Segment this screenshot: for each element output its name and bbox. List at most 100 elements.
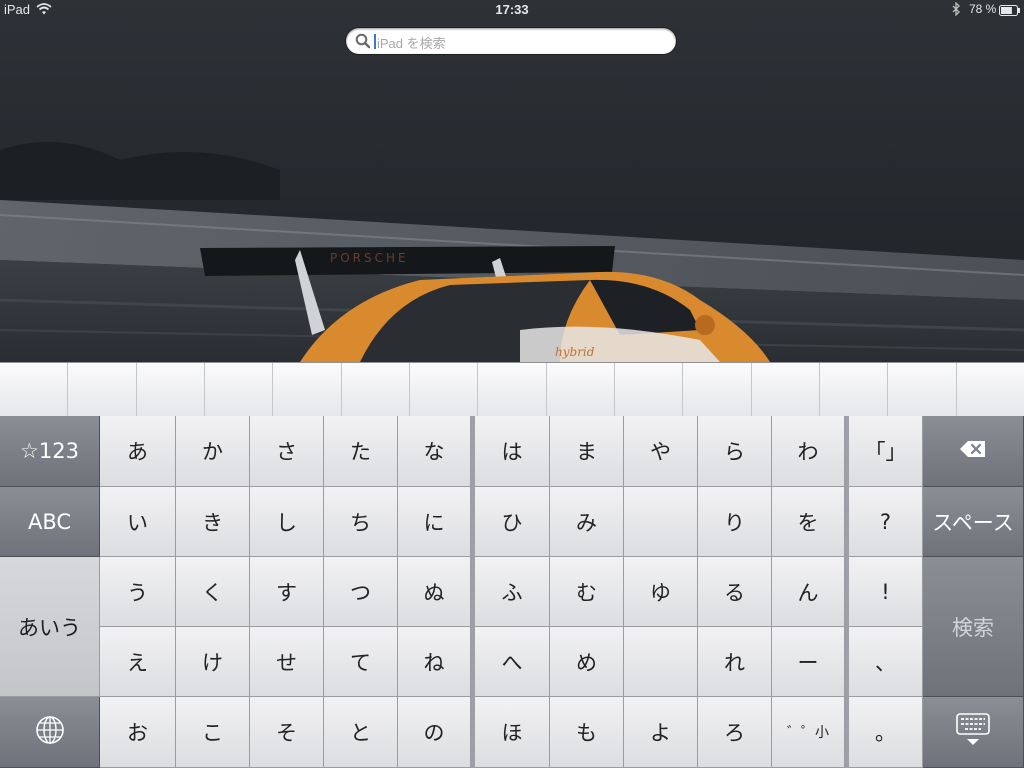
kana-key[interactable]: ら	[698, 416, 772, 487]
kana-key[interactable]: も	[550, 697, 624, 768]
clock: 17:33	[495, 2, 529, 17]
punctuation-key[interactable]: 。	[849, 697, 923, 768]
kana-key[interactable]: す	[250, 557, 324, 627]
space-key[interactable]: スペース	[923, 487, 1024, 557]
candidate-slot[interactable]	[273, 363, 342, 416]
kana-key[interactable]: ほ	[475, 697, 550, 768]
kana-key-label: ー	[797, 650, 819, 675]
kana-key[interactable]: ち	[324, 487, 398, 557]
kana-key[interactable]: お	[100, 697, 176, 768]
kana-key[interactable]: い	[100, 487, 176, 557]
search-key[interactable]: 検索	[923, 557, 1024, 697]
punctuation-key-label: ?	[879, 509, 892, 534]
candidate-slot[interactable]	[683, 363, 752, 416]
kana-key-label: む	[576, 580, 597, 605]
blank-key[interactable]	[624, 627, 698, 697]
kana-key[interactable]: は	[475, 416, 550, 487]
kana-key[interactable]: ゆ	[624, 557, 698, 627]
globe-key[interactable]	[0, 697, 100, 768]
candidate-slot[interactable]	[205, 363, 274, 416]
kana-key-label: や	[650, 440, 671, 464]
punctuation-key[interactable]: ?	[849, 487, 923, 557]
kana-key[interactable]: ふ	[475, 557, 550, 627]
kana-key[interactable]: た	[324, 416, 398, 487]
kana-mode-key[interactable]: あいう	[0, 557, 100, 697]
kana-key[interactable]: を	[772, 487, 845, 557]
kana-key-label: は	[501, 440, 523, 464]
kana-key[interactable]: と	[324, 697, 398, 768]
numbers-key-label: ☆123	[20, 439, 79, 463]
candidate-slot[interactable]	[820, 363, 889, 416]
candidate-slot[interactable]	[615, 363, 684, 416]
candidate-slot[interactable]	[0, 363, 69, 416]
kana-key-label: ゛゜小	[787, 725, 829, 741]
abc-key[interactable]: ABC	[0, 487, 100, 557]
kana-key[interactable]: さ	[250, 416, 324, 487]
punctuation-key-label: 、	[875, 650, 896, 675]
kana-key-label: さ	[276, 440, 297, 464]
blank-key[interactable]	[624, 487, 698, 557]
candidate-slot[interactable]	[547, 363, 615, 416]
car-script-text: hybrid	[555, 345, 595, 359]
kana-key[interactable]: あ	[100, 416, 176, 487]
candidate-slot[interactable]	[410, 363, 479, 416]
kana-key[interactable]: ま	[550, 416, 624, 487]
kana-key[interactable]: う	[100, 557, 176, 627]
candidate-slot[interactable]	[137, 363, 205, 416]
kana-key[interactable]: け	[176, 627, 250, 697]
kana-key[interactable]: せ	[250, 627, 324, 697]
kana-key[interactable]: に	[398, 487, 471, 557]
candidate-slot[interactable]	[478, 363, 547, 416]
kana-key-label: た	[350, 440, 371, 464]
kana-key-label: め	[576, 650, 597, 675]
kana-key-label: ふ	[501, 580, 523, 605]
kana-key[interactable]: ぬ	[398, 557, 471, 627]
kana-key[interactable]: こ	[176, 697, 250, 768]
bluetooth-icon	[951, 1, 961, 19]
kana-key[interactable]: ゛゜小	[772, 697, 845, 768]
kana-key[interactable]: る	[698, 557, 772, 627]
kana-key[interactable]: か	[176, 416, 250, 487]
kana-key[interactable]: ひ	[475, 487, 550, 557]
kana-key[interactable]: き	[176, 487, 250, 557]
kana-key[interactable]: ん	[772, 557, 845, 627]
kana-key[interactable]: や	[624, 416, 698, 487]
kana-key[interactable]: な	[398, 416, 471, 487]
kana-key[interactable]: へ	[475, 627, 550, 697]
kana-key[interactable]: み	[550, 487, 624, 557]
search-placeholder: iPad を検索	[377, 36, 446, 51]
kana-key[interactable]: れ	[698, 627, 772, 697]
kana-key[interactable]: ろ	[698, 697, 772, 768]
spotlight-search-field[interactable]: iPad を検索	[346, 28, 676, 54]
candidate-slot[interactable]	[957, 363, 1024, 416]
kana-key[interactable]: り	[698, 487, 772, 557]
dismiss-keyboard-key[interactable]	[923, 697, 1024, 768]
kana-key[interactable]: く	[176, 557, 250, 627]
battery-percent: 78 %	[969, 2, 997, 16]
delete-key[interactable]	[923, 416, 1024, 487]
kana-key-label: ゆ	[650, 580, 671, 605]
candidate-slot[interactable]	[752, 363, 820, 416]
punctuation-key[interactable]: 、	[849, 627, 923, 697]
kana-key[interactable]: め	[550, 627, 624, 697]
kana-key[interactable]: わ	[772, 416, 845, 487]
kana-key[interactable]: し	[250, 487, 324, 557]
text-cursor	[374, 34, 376, 49]
kana-key[interactable]: つ	[324, 557, 398, 627]
kana-key[interactable]: ー	[772, 627, 845, 697]
kana-key[interactable]: そ	[250, 697, 324, 768]
kana-key[interactable]: む	[550, 557, 624, 627]
candidate-slot[interactable]	[68, 363, 137, 416]
candidate-slot[interactable]	[342, 363, 410, 416]
numbers-key[interactable]: ☆123	[0, 416, 100, 487]
kana-key[interactable]: ね	[398, 627, 471, 697]
kana-key[interactable]: よ	[624, 697, 698, 768]
kana-key[interactable]: て	[324, 627, 398, 697]
punctuation-key[interactable]: !	[849, 557, 923, 627]
kana-key[interactable]: え	[100, 627, 176, 697]
candidate-slot[interactable]	[888, 363, 957, 416]
kana-key-label: に	[423, 510, 445, 535]
kana-key-label: ひ	[501, 510, 523, 535]
kana-key[interactable]: の	[398, 697, 471, 768]
punctuation-key[interactable]: 「」	[849, 416, 923, 487]
